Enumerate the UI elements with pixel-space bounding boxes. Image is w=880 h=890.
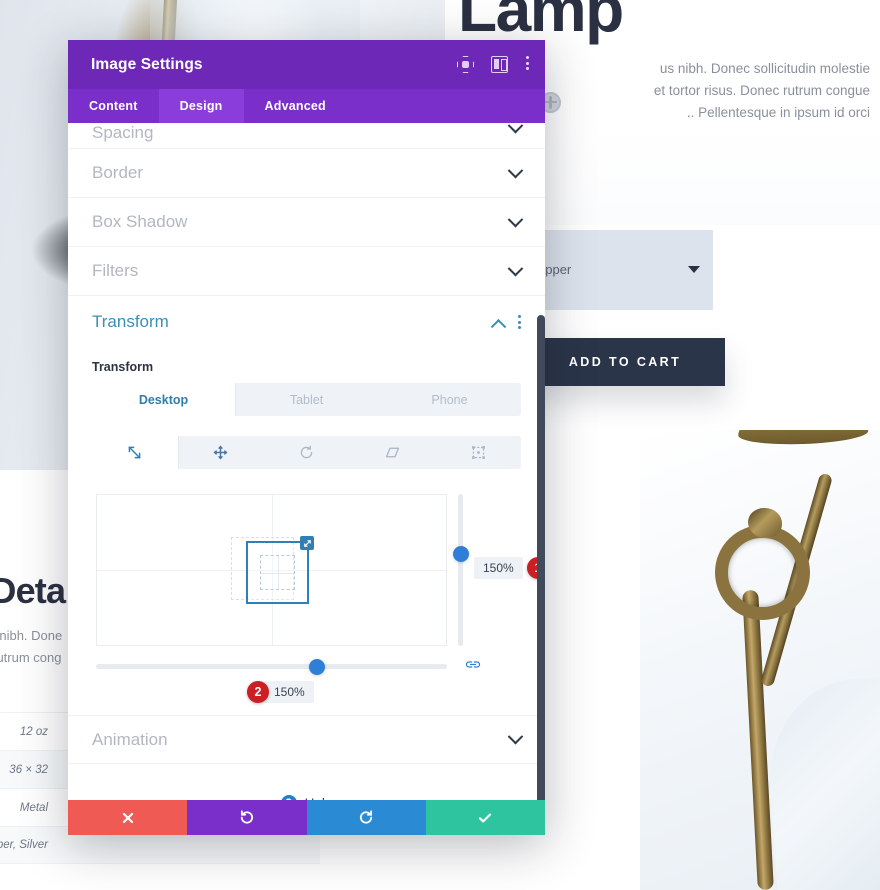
tab-content[interactable]: Content [68,89,159,123]
redo-arrow-icon [359,810,372,824]
modal-header: Image Settings [68,40,545,89]
modal-scrollbar[interactable] [537,315,545,800]
modal-tabs: Content Design Advanced [68,89,545,123]
panel-dock-icon[interactable] [491,56,508,73]
accordion-border[interactable]: Border [68,149,545,198]
close-x-icon [122,812,133,823]
accordion-transform[interactable]: Transform [68,296,545,348]
lamp-shade [763,675,880,890]
checkmark-icon [479,813,492,822]
scaled-bounds-box[interactable] [246,536,314,604]
add-to-cart-button[interactable]: ADD TO CART [525,338,725,386]
scale-x-slider-wrap: 150% 2 [92,655,521,709]
accordion-box-shadow[interactable]: Box Shadow [68,198,545,247]
lamp-knot [748,508,782,538]
lamp-stem [742,589,774,890]
kebab-menu-icon[interactable] [525,56,529,73]
chevron-up-icon [490,318,507,335]
details-title: t Deta [0,570,66,611]
lamp-top-plate [737,430,869,447]
inner-dashed-box [260,555,295,590]
lamp-photo-bottom [640,430,880,890]
kebab-menu-icon[interactable] [518,315,521,329]
scale-y-slider-handle[interactable] [452,546,469,562]
rotate-icon[interactable] [264,436,350,469]
accordion-label: Transform [92,312,169,331]
device-tab-desktop[interactable]: Desktop [92,383,235,416]
scale-y-value[interactable]: 150% [474,557,523,579]
transform-mode-tabs [92,436,521,469]
accordion-label: Filters [92,261,139,280]
chevron-down-icon [507,123,524,134]
chevron-down-icon [507,728,524,745]
modal-header-icons [457,56,529,73]
accordion-filters[interactable]: Filters [68,247,545,296]
link-chain-icon[interactable] [465,658,481,676]
origin-icon[interactable] [435,436,521,469]
transform-panel: Transform Desktop Tablet Phone 150% 150%… [68,348,545,709]
accordion-label: Animation [92,729,168,749]
accordion-animation[interactable]: Animation [68,715,545,764]
skew-icon[interactable] [349,436,435,469]
redo-button[interactable] [306,800,426,835]
annotation-badge-2: 2 [247,681,269,703]
help-row[interactable]: ? Help [68,764,545,800]
lamp-ring [715,525,810,620]
device-tabs: Desktop Tablet Phone [92,383,521,416]
undo-button[interactable] [187,800,307,835]
scale-icon[interactable] [92,436,178,469]
scale-x-slider-handle[interactable] [309,658,325,675]
help-label: Help [305,796,333,801]
transform-field-label: Transform [92,360,154,374]
transform-preview: 150% 1 [92,491,545,651]
translate-icon[interactable] [178,436,264,469]
focus-frame-icon[interactable] [457,56,474,73]
scale-x-slider[interactable] [96,658,447,675]
preview-grid [96,494,447,646]
chevron-down-icon [507,211,524,227]
cancel-button[interactable] [68,800,188,835]
question-circle-icon: ? [280,795,297,800]
accordion-label: Box Shadow [92,212,188,231]
chevron-down-icon [507,260,524,276]
caret-down-icon [688,266,700,273]
scale-y-slider[interactable] [452,494,469,646]
tab-advanced[interactable]: Advanced [244,89,347,123]
device-tab-tablet[interactable]: Tablet [235,383,378,416]
modal-title: Image Settings [91,55,203,73]
accordion-label: Spacing [92,123,154,142]
accordion-spacing[interactable]: Spacing [68,123,545,149]
accordion-label: Border [92,163,144,182]
modal-footer [68,800,545,835]
device-tab-phone[interactable]: Phone [378,383,521,416]
save-button[interactable] [425,800,545,835]
undo-arrow-icon [241,810,254,824]
modal-body: Spacing Border Box Shadow Filters Transf… [68,123,545,800]
tab-design[interactable]: Design [158,89,244,123]
resize-diagonal-icon[interactable] [300,536,314,550]
image-settings-modal: Image Settings Content Design Advanced S… [68,40,545,835]
chevron-down-icon [507,162,524,178]
